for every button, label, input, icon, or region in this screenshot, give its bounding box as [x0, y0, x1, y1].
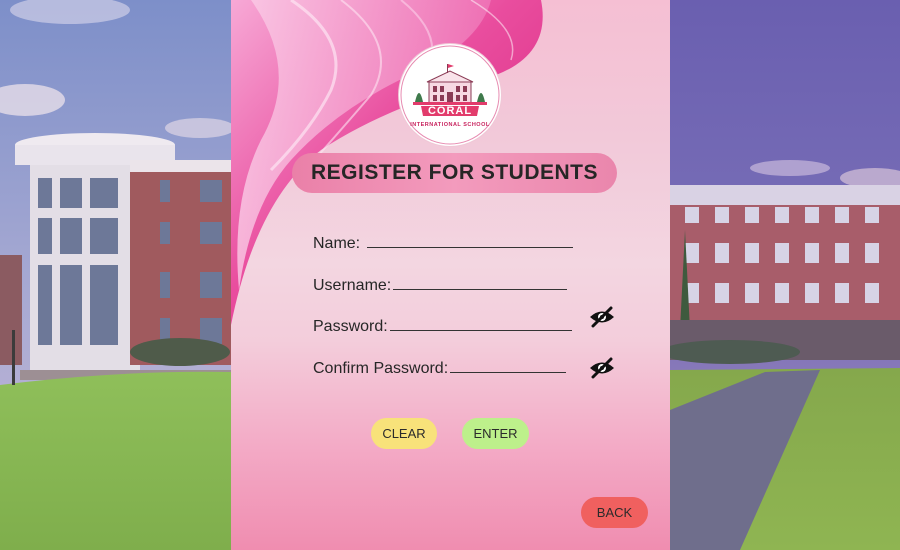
password-input-line[interactable]: [389, 316, 572, 331]
password-field[interactable]: Password:: [313, 316, 572, 338]
name-input-line[interactable]: [366, 233, 573, 248]
confirm-password-visibility-toggle-eye-slash-icon[interactable]: [588, 357, 616, 379]
logo-name-text: CORAL: [427, 105, 473, 117]
password-visibility-toggle-eye-slash-icon[interactable]: [588, 306, 616, 328]
confirm-password-label: Confirm Password:: [313, 360, 449, 377]
background-campus-right: [670, 0, 900, 550]
password-label: Password:: [313, 318, 388, 335]
register-panel: CORAL INTERNATIONAL SCHOOL REGISTER FOR …: [231, 0, 670, 550]
confirm-password-input-line[interactable]: [450, 358, 567, 373]
username-input-line[interactable]: [393, 275, 568, 290]
school-logo: CORAL INTERNATIONAL SCHOOL: [399, 44, 501, 146]
background-campus-left: [0, 0, 231, 550]
back-button[interactable]: BACK: [581, 497, 648, 528]
enter-button[interactable]: ENTER: [462, 418, 529, 449]
confirm-password-field[interactable]: Confirm Password:: [313, 358, 567, 380]
name-label: Name:: [313, 235, 365, 252]
username-field[interactable]: Username:: [313, 275, 568, 297]
name-field[interactable]: Name:: [313, 233, 573, 255]
register-title: REGISTER FOR STUDENTS: [292, 153, 617, 193]
clear-button[interactable]: CLEAR: [371, 418, 437, 449]
username-label: Username:: [313, 277, 392, 294]
logo-subtitle-text: INTERNATIONAL SCHOOL: [410, 122, 490, 128]
